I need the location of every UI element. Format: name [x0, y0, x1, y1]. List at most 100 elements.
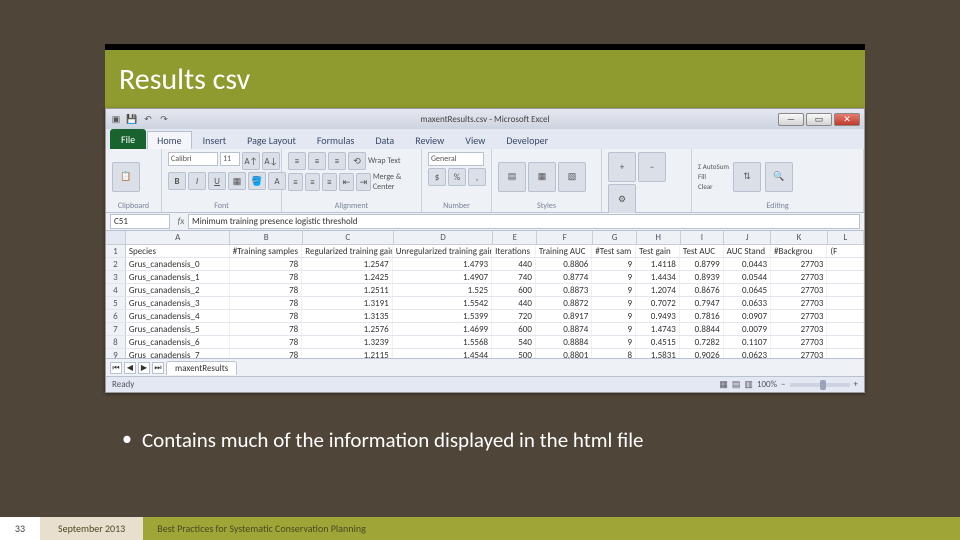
cell[interactable]: 1.4434 [636, 271, 680, 283]
column-header[interactable]: H [637, 231, 681, 244]
cell[interactable]: 0.8806 [536, 258, 592, 270]
autosum-button[interactable]: Σ AutoSum [698, 162, 729, 171]
cell[interactable]: 9 [592, 336, 636, 348]
column-header[interactable]: E [493, 231, 537, 244]
cell[interactable]: 27703 [771, 323, 827, 335]
cell[interactable]: 0.8844 [680, 323, 724, 335]
cell[interactable]: 9 [592, 258, 636, 270]
cell[interactable]: 0.8873 [536, 284, 592, 296]
cell[interactable]: 0.7816 [680, 310, 724, 322]
column-header[interactable]: B [230, 231, 303, 244]
cell[interactable]: Grus_canadensis_4 [126, 310, 230, 322]
cell[interactable]: 1.3191 [302, 297, 392, 309]
cell[interactable]: 9 [592, 271, 636, 283]
cell[interactable]: 0.8801 [536, 349, 592, 358]
cell[interactable]: 0.8676 [680, 284, 724, 296]
cell[interactable]: 27703 [771, 349, 827, 358]
cell[interactable]: 78 [230, 336, 303, 348]
align-mid-icon[interactable]: ≡ [308, 152, 326, 170]
cell[interactable]: 78 [230, 258, 303, 270]
cell[interactable]: (F [827, 245, 864, 257]
border-icon[interactable]: ▦ [228, 172, 246, 190]
cell[interactable]: 8 [592, 349, 636, 358]
cell[interactable]: 1.5542 [393, 297, 492, 309]
tab-file[interactable]: File [110, 129, 146, 149]
cell[interactable] [827, 323, 864, 335]
tab-insert[interactable]: Insert [193, 131, 237, 149]
cell[interactable]: 1.3239 [302, 336, 392, 348]
cell[interactable]: 0.7072 [636, 297, 680, 309]
close-button[interactable]: ✕ [834, 113, 860, 126]
font-size[interactable]: 11 [220, 152, 240, 166]
align-top-icon[interactable]: ≡ [288, 152, 306, 170]
indent-inc-icon[interactable]: ⇥ [356, 173, 371, 191]
cell[interactable] [827, 349, 864, 358]
cell[interactable]: Grus_canadensis_6 [126, 336, 230, 348]
cell[interactable]: Species [126, 245, 230, 257]
cell[interactable] [827, 310, 864, 322]
cell[interactable]: 0.7282 [680, 336, 724, 348]
grow-font-icon[interactable]: A↑ [242, 152, 260, 170]
cell[interactable] [827, 271, 864, 283]
sort-filter-icon[interactable]: ⇅ [733, 162, 761, 192]
conditional-formatting-icon[interactable]: ▤ [498, 162, 526, 192]
cell[interactable]: #Backgrou [771, 245, 827, 257]
cell[interactable]: 78 [230, 271, 303, 283]
cell[interactable]: 0.8917 [536, 310, 592, 322]
font-name[interactable]: Calibri [168, 152, 218, 166]
cell[interactable]: Grus_canadensis_5 [126, 323, 230, 335]
sheet-nav-last[interactable]: ⏭ [152, 362, 164, 374]
cell[interactable]: 600 [492, 323, 536, 335]
zoom-level[interactable]: 100% [757, 379, 777, 390]
format-cells-icon[interactable]: ⚙ [608, 184, 636, 214]
tab-data[interactable]: Data [365, 131, 404, 149]
undo-icon[interactable]: ↶ [142, 113, 154, 125]
cell[interactable]: 0.8799 [680, 258, 724, 270]
percent-icon[interactable]: % [448, 168, 466, 186]
redo-icon[interactable]: ↷ [158, 113, 170, 125]
column-header[interactable]: K [771, 231, 827, 244]
cell[interactable]: #Training samples [230, 245, 303, 257]
column-header[interactable]: J [724, 231, 771, 244]
cell[interactable]: Iterations [492, 245, 536, 257]
cell[interactable]: 27703 [771, 297, 827, 309]
column-header[interactable]: F [537, 231, 593, 244]
cell[interactable]: 0.8872 [536, 297, 592, 309]
column-header[interactable]: G [593, 231, 637, 244]
cell[interactable]: 9 [592, 284, 636, 296]
cell[interactable]: 1.3135 [302, 310, 392, 322]
cell[interactable]: 1.2576 [302, 323, 392, 335]
cell[interactable]: Unregularized training gain [393, 245, 492, 257]
cell[interactable]: 1.2511 [302, 284, 392, 296]
cell[interactable]: 1.4699 [393, 323, 492, 335]
cell[interactable]: Grus_canadensis_7 [126, 349, 230, 358]
formula-bar[interactable]: Minimum training presence logistic thres… [188, 214, 860, 229]
cell[interactable] [827, 336, 864, 348]
cell[interactable]: 9 [592, 297, 636, 309]
cell[interactable]: 0.0907 [724, 310, 771, 322]
cell[interactable]: 720 [492, 310, 536, 322]
cell[interactable]: 1.4793 [393, 258, 492, 270]
cell[interactable]: 1.525 [393, 284, 492, 296]
cell[interactable]: 1.4743 [636, 323, 680, 335]
cell[interactable]: 540 [492, 336, 536, 348]
tab-view[interactable]: View [455, 131, 495, 149]
cell[interactable]: 0.8884 [536, 336, 592, 348]
sheet-nav-prev[interactable]: ◀ [124, 362, 136, 374]
cell[interactable]: 1.5831 [636, 349, 680, 358]
cell[interactable]: 0.0623 [724, 349, 771, 358]
cell[interactable]: 0.8939 [680, 271, 724, 283]
cell[interactable]: 78 [230, 284, 303, 296]
cell[interactable]: Training AUC [536, 245, 592, 257]
insert-cells-icon[interactable]: + [608, 152, 636, 182]
cell[interactable]: 27703 [771, 258, 827, 270]
cell[interactable]: 78 [230, 297, 303, 309]
paste-icon[interactable]: 📋 [112, 162, 140, 192]
zoom-slider[interactable] [790, 383, 850, 387]
cell[interactable]: 1.5568 [393, 336, 492, 348]
cell[interactable]: 0.0079 [724, 323, 771, 335]
find-select-icon[interactable]: 🔍 [765, 162, 793, 192]
cell[interactable]: 27703 [771, 336, 827, 348]
cell[interactable]: 1.2547 [302, 258, 392, 270]
cell[interactable]: 600 [492, 284, 536, 296]
